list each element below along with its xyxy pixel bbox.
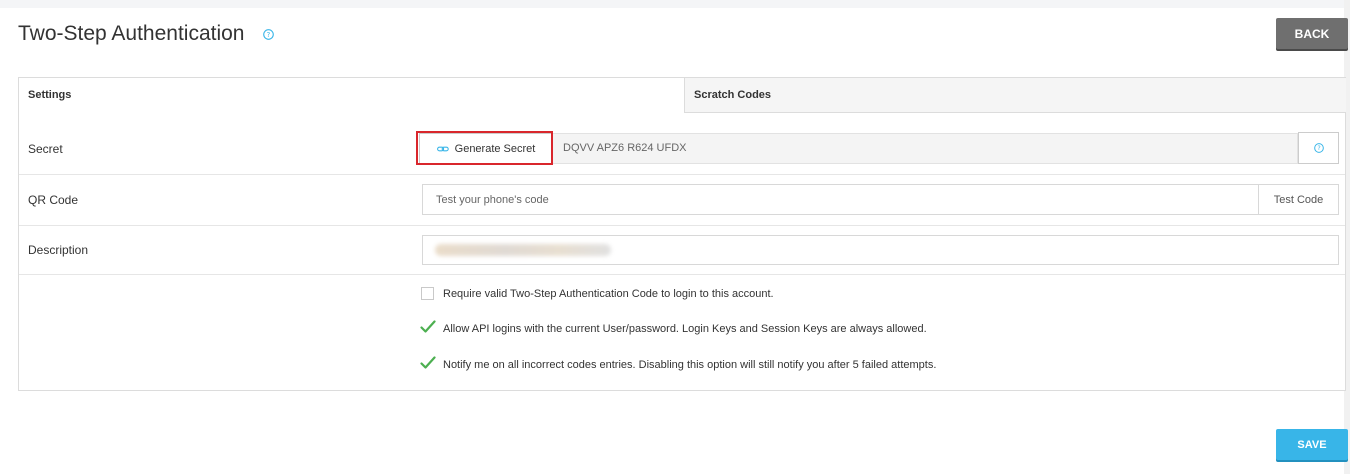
option-notify-incorrect[interactable]: Notify me on all incorrect codes entries… (420, 356, 937, 371)
checkmark-icon (420, 356, 436, 369)
qr-code-input[interactable] (422, 184, 1258, 215)
tab-scratch-codes[interactable]: Scratch Codes (684, 78, 1346, 113)
save-button[interactable]: SAVE (1276, 429, 1348, 460)
back-button[interactable]: BACK (1276, 18, 1348, 49)
question-circle-icon[interactable]: ? (263, 29, 274, 40)
divider (19, 225, 1345, 226)
generate-secret-button[interactable]: Generate Secret (419, 133, 553, 165)
secret-label: Secret (28, 142, 63, 156)
option-require-code-label: Require valid Two-Step Authentication Co… (443, 287, 774, 300)
svg-text:?: ? (267, 31, 271, 39)
divider (19, 274, 1345, 275)
qr-code-label: QR Code (28, 193, 79, 207)
page-title: Two-Step Authentication (18, 22, 245, 45)
top-band (0, 0, 1350, 8)
divider (19, 174, 1345, 175)
secret-value-field: DQVV APZ6 R624 UFDX (553, 133, 1298, 164)
option-notify-incorrect-label: Notify me on all incorrect codes entries… (443, 358, 937, 371)
checkmark-icon (420, 320, 436, 333)
option-allow-api[interactable]: Allow API logins with the current User/p… (420, 320, 927, 335)
generate-secret-label: Generate Secret (454, 143, 536, 155)
option-allow-api-label: Allow API logins with the current User/p… (443, 322, 927, 335)
secret-help-button[interactable]: ? (1298, 132, 1339, 164)
description-label: Description (28, 243, 89, 257)
test-code-button[interactable]: Test Code (1258, 184, 1339, 215)
checkbox-require-code[interactable] (421, 287, 434, 300)
tab-settings[interactable]: Settings (19, 78, 684, 113)
checkbox-allow-api[interactable] (420, 320, 436, 335)
checkbox-notify-incorrect[interactable] (420, 356, 436, 371)
redacted-description-text (435, 244, 611, 256)
question-circle-icon: ? (1313, 143, 1324, 153)
settings-panel: Settings Scratch Codes Secret Generate S… (18, 77, 1346, 391)
link-icon (436, 146, 449, 152)
option-require-code[interactable]: Require valid Two-Step Authentication Co… (421, 287, 774, 300)
svg-text:?: ? (1317, 145, 1320, 152)
